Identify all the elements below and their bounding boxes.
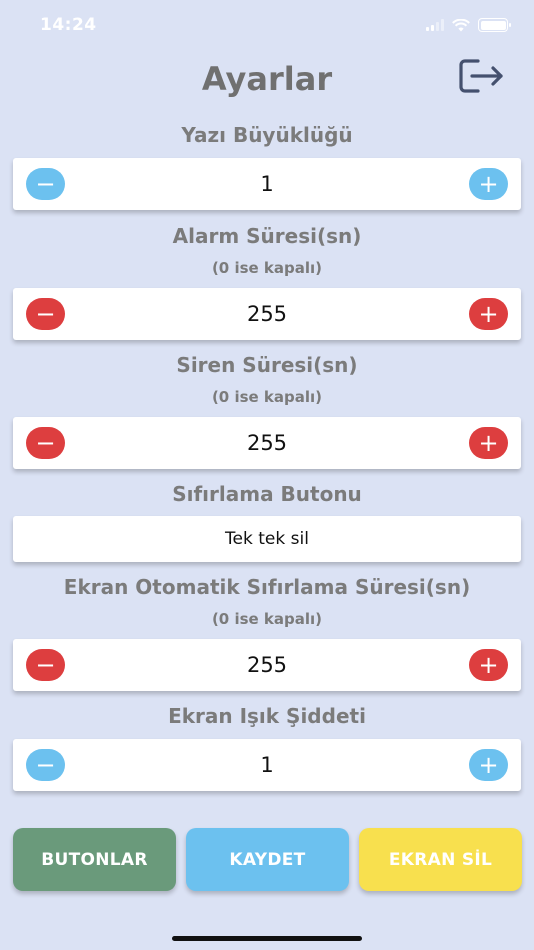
alarm-duration-stepper: 255 − + xyxy=(13,288,521,340)
plus-icon: + xyxy=(478,651,499,679)
battery-icon xyxy=(478,18,511,32)
logout-button[interactable] xyxy=(456,57,508,97)
plus-icon: + xyxy=(478,300,499,328)
minus-icon: − xyxy=(35,170,56,198)
alarm-duration-label: Alarm Süresi(sn) xyxy=(172,224,362,248)
save-button-label: KAYDET xyxy=(229,849,306,870)
home-indicator[interactable] xyxy=(172,936,362,941)
font-size-stepper: 1 − + xyxy=(13,158,521,210)
font-size-label: Yazı Büyüklüğü xyxy=(181,123,353,147)
siren-duration-stepper: 255 − + xyxy=(13,417,521,469)
page-title: Ayarlar xyxy=(201,60,333,98)
minus-icon: − xyxy=(35,651,56,679)
alarm-duration-hint: (0 ise kapalı) xyxy=(211,259,323,277)
screen-auto-reset-decrease-button[interactable]: − xyxy=(26,649,65,681)
logout-icon xyxy=(459,59,503,93)
status-time: 14:24 xyxy=(40,15,97,35)
siren-duration-decrease-button[interactable]: − xyxy=(26,427,65,459)
status-bar: 14:24 xyxy=(0,0,534,50)
font-size-increase-button[interactable]: + xyxy=(469,168,508,200)
reset-mode-select[interactable]: Tek tek sil xyxy=(13,516,521,562)
screen-auto-reset-value: 255 xyxy=(246,653,288,677)
screen-auto-reset-stepper: 255 − + xyxy=(13,639,521,691)
font-size-decrease-button[interactable]: − xyxy=(26,168,65,200)
screen-auto-reset-hint: (0 ise kapalı) xyxy=(211,610,323,628)
font-size-value: 1 xyxy=(260,172,274,196)
screen-brightness-decrease-button[interactable]: − xyxy=(26,749,65,781)
screen-auto-reset-increase-button[interactable]: + xyxy=(469,649,508,681)
siren-duration-value: 255 xyxy=(246,431,288,455)
alarm-duration-value: 255 xyxy=(246,302,288,326)
siren-duration-increase-button[interactable]: + xyxy=(469,427,508,459)
wifi-icon xyxy=(452,18,470,31)
minus-icon: − xyxy=(35,429,56,457)
status-icons xyxy=(426,18,511,32)
plus-icon: + xyxy=(478,170,499,198)
screen-brightness-value: 1 xyxy=(260,753,274,777)
clear-screen-button-label: EKRAN SİL xyxy=(388,849,493,870)
cellular-signal-icon xyxy=(426,19,444,31)
plus-icon: + xyxy=(478,429,499,457)
alarm-duration-decrease-button[interactable]: − xyxy=(26,298,65,330)
plus-icon: + xyxy=(478,751,499,779)
screen-brightness-increase-button[interactable]: + xyxy=(469,749,508,781)
siren-duration-hint: (0 ise kapalı) xyxy=(211,388,323,406)
reset-button-label: Sıfırlama Butonu xyxy=(172,482,362,506)
alarm-duration-increase-button[interactable]: + xyxy=(469,298,508,330)
screen-brightness-label: Ekran Işık Şiddeti xyxy=(168,704,366,728)
siren-duration-label: Siren Süresi(sn) xyxy=(176,353,358,377)
clear-screen-button[interactable]: EKRAN SİL xyxy=(359,828,522,891)
screen-auto-reset-label: Ekran Otomatik Sıfırlama Süresi(sn) xyxy=(63,575,471,599)
screen-brightness-stepper: 1 − + xyxy=(13,739,521,791)
buttons-button-label: BUTONLAR xyxy=(41,849,148,870)
minus-icon: − xyxy=(35,300,56,328)
buttons-button[interactable]: BUTONLAR xyxy=(13,828,176,891)
save-button[interactable]: KAYDET xyxy=(186,828,349,891)
minus-icon: − xyxy=(35,751,56,779)
